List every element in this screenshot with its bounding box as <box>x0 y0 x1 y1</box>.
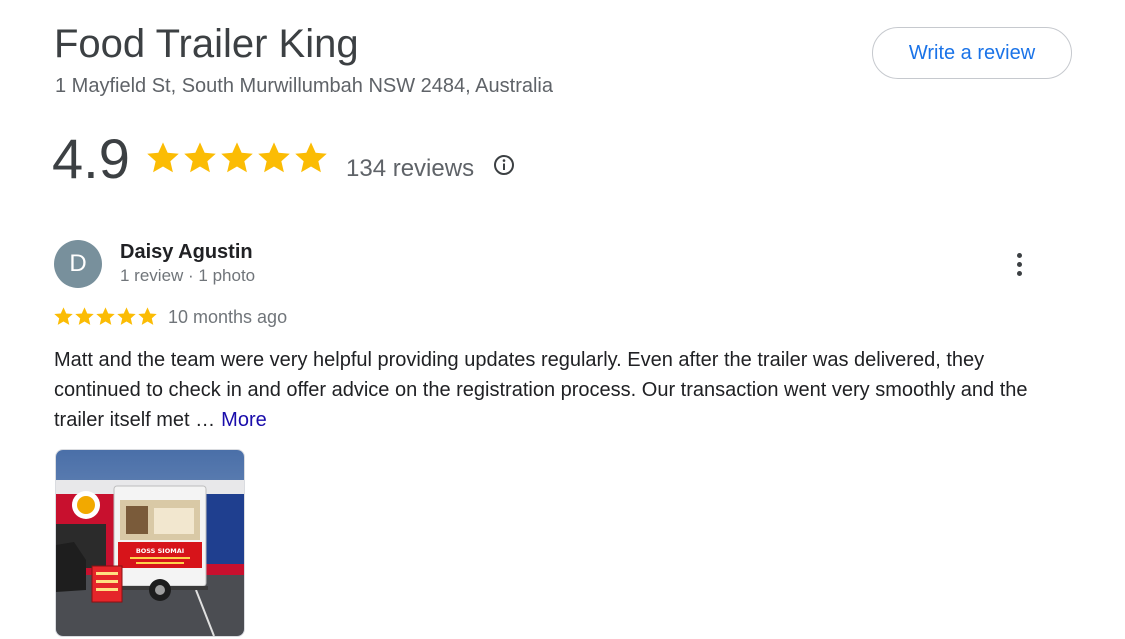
business-title: Food Trailer King <box>54 22 359 66</box>
rating-stars <box>145 140 329 176</box>
more-options-dot <box>1016 270 1022 276</box>
star-icon <box>258 142 290 173</box>
review-photo[interactable]: BOSS SIOMAI <box>55 449 245 637</box>
review-date: 10 months ago <box>168 307 288 327</box>
star-icon <box>117 307 136 325</box>
star-icon <box>221 142 253 173</box>
star-icon <box>96 307 115 325</box>
info-icon[interactable] <box>492 153 516 177</box>
reviewer-name[interactable]: Daisy Agustin <box>120 240 253 264</box>
star-icon <box>184 142 216 173</box>
star-icon <box>75 307 94 325</box>
review-body: Matt and the team were very helpful prov… <box>54 345 1044 435</box>
food-trailer-photo-image: BOSS SIOMAI <box>56 450 244 636</box>
review-count[interactable]: 134 reviews <box>346 154 474 184</box>
write-review-button[interactable]: Write a review <box>872 27 1072 79</box>
review-text: Matt and the team were very helpful prov… <box>54 349 1028 431</box>
business-address: 1 Mayfield St, South Murwillumbah NSW 24… <box>55 75 553 97</box>
avatar[interactable]: D <box>54 240 102 288</box>
more-options-dot <box>1016 261 1022 267</box>
more-options-button[interactable] <box>1004 248 1034 280</box>
star-icon <box>295 142 327 173</box>
reviewer-meta: 1 review · 1 photo <box>120 266 256 285</box>
star-icon <box>147 142 179 173</box>
more-options-icon <box>1016 252 1022 258</box>
star-icon <box>54 307 73 325</box>
star-icon <box>138 307 157 325</box>
trailer-sign-text: BOSS SIOMAI <box>136 547 184 555</box>
more-link[interactable]: More <box>221 409 267 431</box>
review-stars <box>53 306 158 327</box>
rating-value: 4.9 <box>52 127 130 190</box>
